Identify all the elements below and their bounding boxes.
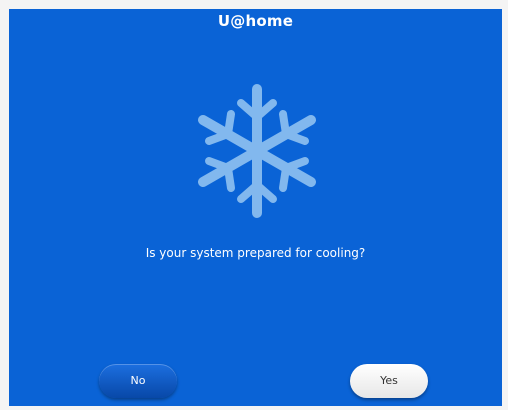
screen: U@home Is your system prepared for cooli… xyxy=(9,9,502,406)
snowflake-icon xyxy=(189,81,325,221)
app-title: U@home xyxy=(217,12,294,30)
yes-button[interactable]: Yes xyxy=(350,364,428,398)
no-button[interactable]: No xyxy=(99,364,177,398)
device-frame: U@home Is your system prepared for cooli… xyxy=(0,0,508,410)
cooling-question: Is your system prepared for cooling? xyxy=(145,246,366,260)
